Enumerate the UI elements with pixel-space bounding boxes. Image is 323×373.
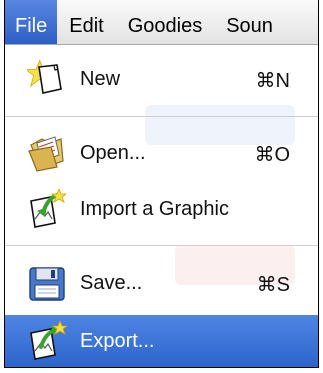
shortcut-label: ⌘S bbox=[256, 274, 290, 296]
shortcut-label: ⌘O bbox=[254, 144, 290, 166]
menu-item-save[interactable]: Save... ⌘S bbox=[5, 257, 318, 309]
menu-item-label: Export... bbox=[80, 330, 155, 352]
menu-item-label: Import a Graphic bbox=[80, 198, 229, 220]
shortcut-label: ⌘N bbox=[255, 70, 290, 92]
export-graphic-icon bbox=[27, 319, 69, 361]
open-folder-icon bbox=[27, 133, 67, 173]
import-graphic-icon bbox=[27, 187, 68, 229]
menu-item-label: Save... bbox=[80, 272, 143, 294]
menu-separator bbox=[5, 116, 318, 117]
menu-sound[interactable]: Soun bbox=[214, 0, 285, 44]
menu-item-import-graphic[interactable]: Import a Graphic bbox=[5, 183, 318, 235]
menu-file[interactable]: File bbox=[5, 0, 58, 44]
menu-item-export[interactable]: Export... bbox=[5, 315, 318, 367]
new-document-star-icon bbox=[24, 59, 67, 99]
menu-item-new[interactable]: New ⌘N bbox=[5, 53, 318, 105]
floppy-disk-icon bbox=[27, 263, 67, 303]
menu-bar: File Edit Goodies Soun bbox=[5, 0, 318, 45]
menu-item-open[interactable]: Open... ⌘O bbox=[5, 127, 318, 179]
menu-item-label: Open... bbox=[80, 142, 146, 164]
app-window: File Edit Goodies Soun New ⌘N Open... ⌘O… bbox=[4, 0, 319, 368]
menu-edit[interactable]: Edit bbox=[57, 0, 115, 44]
menu-item-label: New bbox=[80, 68, 121, 90]
file-menu-dropdown: New ⌘N Open... ⌘O Import a Graphic Save.… bbox=[5, 45, 318, 367]
menu-separator bbox=[5, 245, 318, 246]
menu-goodies[interactable]: Goodies bbox=[116, 0, 215, 44]
